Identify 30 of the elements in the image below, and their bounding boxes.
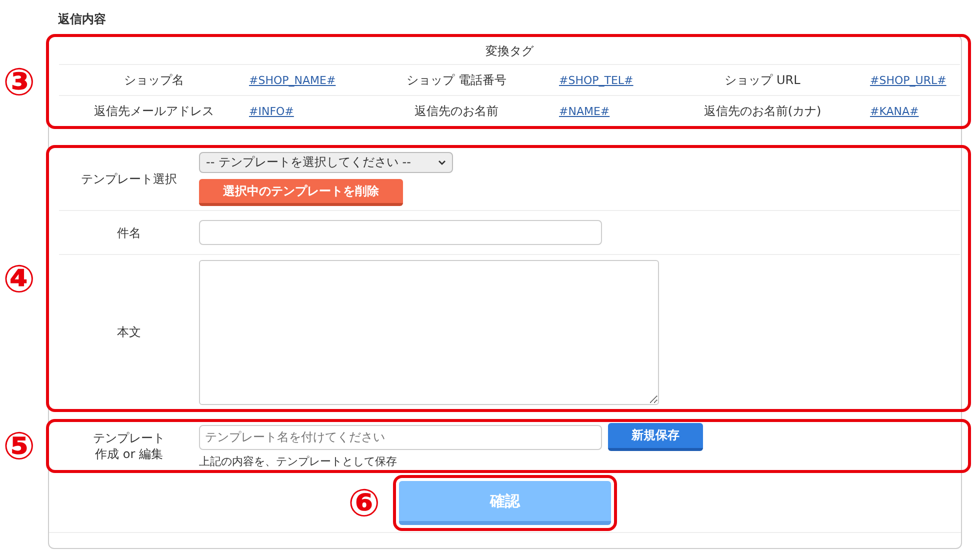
annotation-number: ⑤	[3, 427, 36, 465]
field-label: テンプレート	[93, 431, 165, 445]
field-label: 件名	[116, 224, 142, 240]
tag-label: ショップ URL	[724, 72, 802, 88]
tag-link[interactable]: #SHOP_NAME#	[249, 74, 336, 87]
tag-link[interactable]: #SHOP_TEL#	[559, 74, 634, 87]
subject-field[interactable]	[199, 220, 602, 245]
section-heading: 返信内容	[58, 11, 106, 28]
hint-text: 上記の内容を、テンプレートとして保存	[199, 454, 397, 469]
field-label: 本文	[116, 324, 142, 340]
field-label: テンプレート選択	[80, 171, 178, 187]
field-label: 作成 or 編集	[95, 447, 163, 461]
template-name-field[interactable]: テンプレート名を付けてください	[199, 424, 602, 450]
tag-link[interactable]: #NAME#	[559, 105, 610, 118]
save-button[interactable]: 新規保存	[608, 423, 703, 451]
annotation-number: ⑥	[348, 484, 380, 522]
tag-label: 返信先のお名前(カナ)	[702, 102, 822, 120]
body-field[interactable]	[199, 260, 659, 404]
template-select[interactable]: -- テンプレートを選択してください --	[199, 152, 453, 173]
tag-label: 返信先のお名前	[414, 102, 500, 120]
tag-link[interactable]: #INFO#	[249, 105, 294, 118]
tag-label: ショップ 電話番号	[406, 72, 508, 88]
annotation-number: ③	[3, 62, 36, 100]
table-title: 変換タグ	[486, 43, 534, 60]
tag-label: 返信先メールアドレス	[93, 102, 215, 120]
tag-link[interactable]: #SHOP_URL#	[870, 74, 946, 87]
tag-link[interactable]: #KANA#	[870, 105, 919, 118]
chevron-icon	[438, 160, 446, 166]
tag-label: ショップ名	[123, 72, 185, 88]
annotation-number: ④	[3, 260, 36, 298]
